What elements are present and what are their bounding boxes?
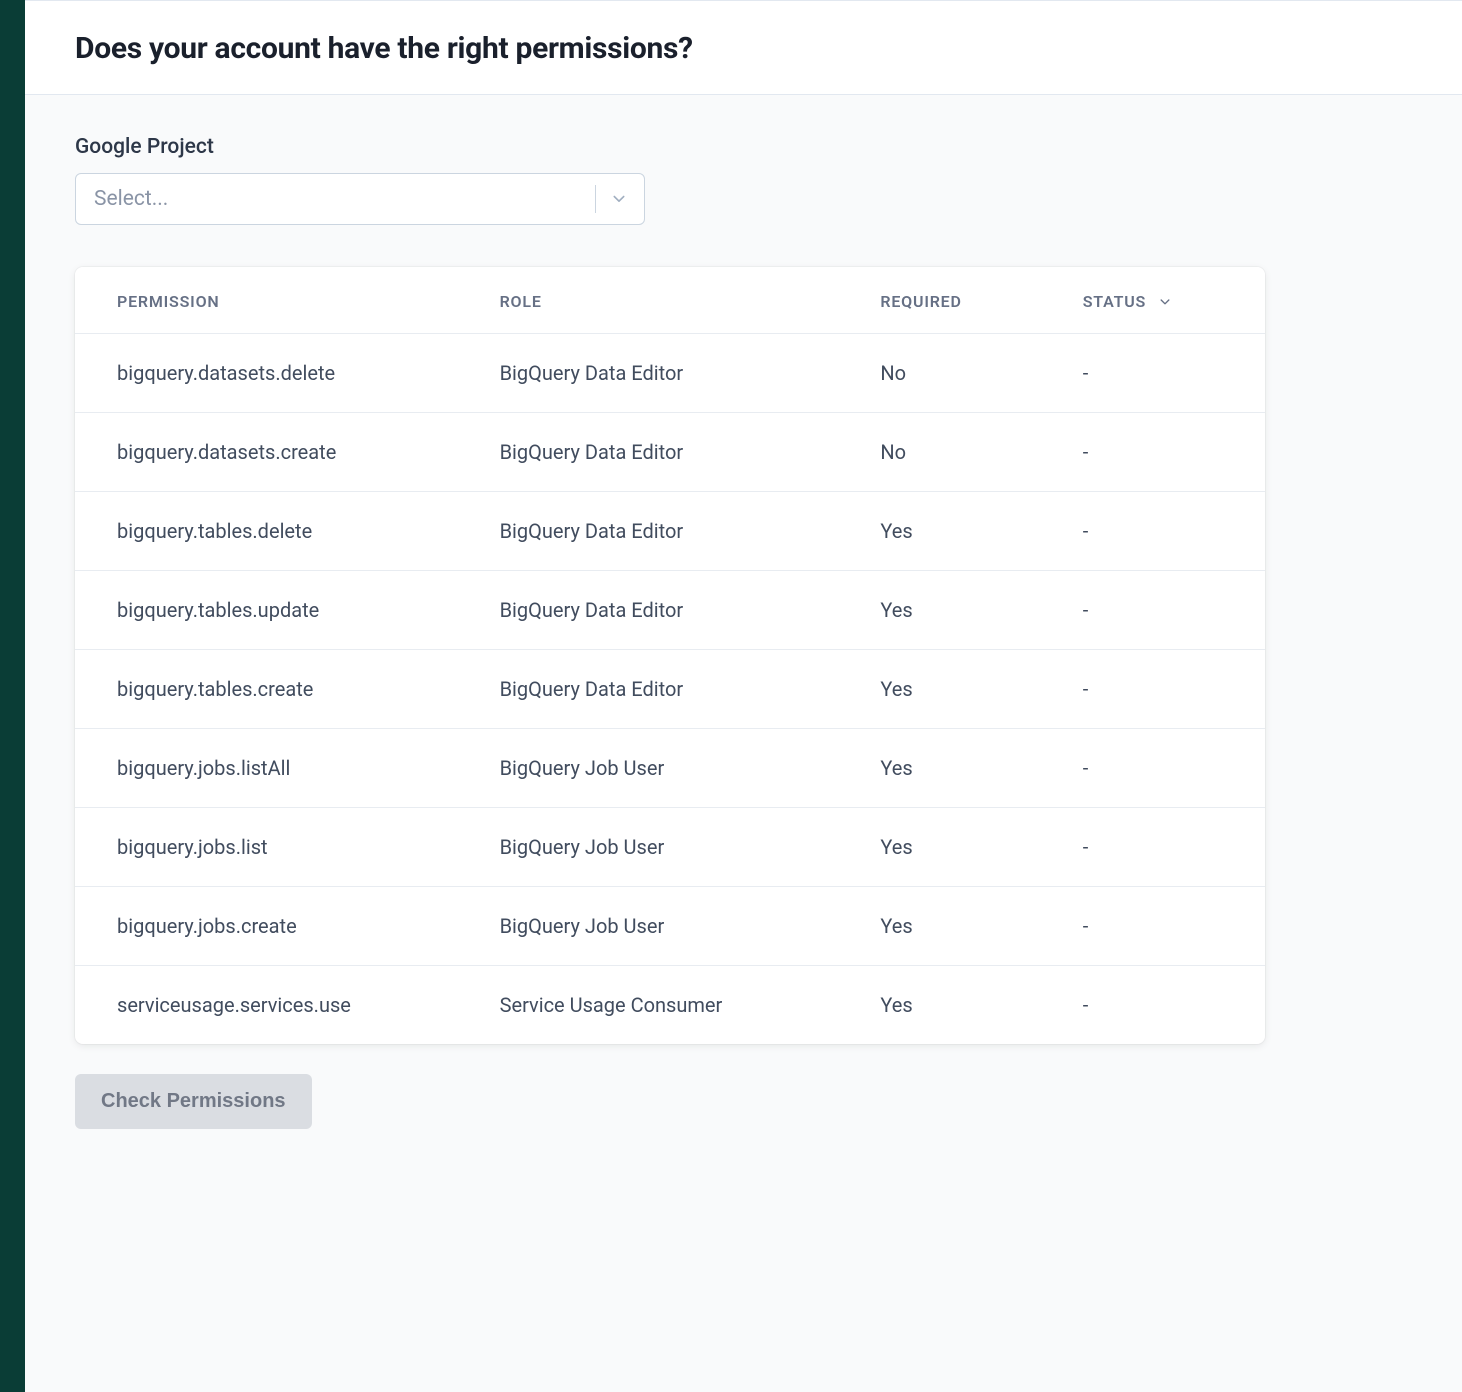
cell-required: Yes [860, 887, 1062, 966]
cell-status: - [1063, 729, 1265, 808]
cell-permission: bigquery.tables.delete [75, 492, 480, 571]
header-role: ROLE [480, 267, 861, 334]
header-required: REQUIRED [860, 267, 1062, 334]
cell-status: - [1063, 966, 1265, 1045]
cell-role: BigQuery Job User [480, 729, 861, 808]
cell-required: No [860, 413, 1062, 492]
header: Does your account have the right permiss… [25, 0, 1462, 95]
project-select-placeholder: Select... [94, 187, 168, 211]
check-permissions-button[interactable]: Check Permissions [75, 1074, 312, 1129]
cell-role: BigQuery Data Editor [480, 571, 861, 650]
cell-status: - [1063, 808, 1265, 887]
cell-permission: serviceusage.services.use [75, 966, 480, 1045]
chevron-down-icon [1156, 293, 1174, 311]
cell-required: Yes [860, 492, 1062, 571]
header-permission: PERMISSION [75, 267, 480, 334]
select-separator [595, 185, 596, 213]
cell-role: BigQuery Data Editor [480, 413, 861, 492]
content-area: Google Project Select... PERMISSION ROLE… [25, 95, 1462, 1392]
table-row: bigquery.jobs.createBigQuery Job UserYes… [75, 887, 1265, 966]
cell-permission: bigquery.jobs.create [75, 887, 480, 966]
cell-permission: bigquery.datasets.create [75, 413, 480, 492]
cell-role: Service Usage Consumer [480, 966, 861, 1045]
chevron-down-icon [608, 188, 630, 210]
project-select-wrapper: Select... [75, 173, 645, 225]
table-header-row: PERMISSION ROLE REQUIRED STATUS [75, 267, 1265, 334]
cell-role: BigQuery Data Editor [480, 650, 861, 729]
table-row: bigquery.tables.deleteBigQuery Data Edit… [75, 492, 1265, 571]
cell-required: Yes [860, 729, 1062, 808]
cell-required: Yes [860, 966, 1062, 1045]
cell-status: - [1063, 650, 1265, 729]
cell-permission: bigquery.tables.update [75, 571, 480, 650]
table-row: bigquery.tables.updateBigQuery Data Edit… [75, 571, 1265, 650]
cell-permission: bigquery.datasets.delete [75, 334, 480, 413]
cell-role: BigQuery Job User [480, 887, 861, 966]
sidebar-stripe [0, 0, 25, 1392]
cell-status: - [1063, 571, 1265, 650]
select-indicator [595, 185, 630, 213]
header-status-label: STATUS [1083, 292, 1146, 311]
table-row: serviceusage.services.useService Usage C… [75, 966, 1265, 1045]
cell-required: No [860, 334, 1062, 413]
cell-role: BigQuery Job User [480, 808, 861, 887]
cell-required: Yes [860, 808, 1062, 887]
table-row: bigquery.jobs.listBigQuery Job UserYes- [75, 808, 1265, 887]
cell-role: BigQuery Data Editor [480, 492, 861, 571]
cell-permission: bigquery.tables.create [75, 650, 480, 729]
cell-role: BigQuery Data Editor [480, 334, 861, 413]
cell-required: Yes [860, 650, 1062, 729]
table-row: bigquery.tables.createBigQuery Data Edit… [75, 650, 1265, 729]
permissions-table: PERMISSION ROLE REQUIRED STATUS bigquery… [75, 267, 1265, 1044]
table-row: bigquery.datasets.deleteBigQuery Data Ed… [75, 334, 1265, 413]
page-title: Does your account have the right permiss… [75, 31, 1412, 66]
cell-status: - [1063, 413, 1265, 492]
cell-required: Yes [860, 571, 1062, 650]
project-select-label: Google Project [75, 135, 1412, 159]
project-select[interactable]: Select... [75, 173, 645, 225]
cell-permission: bigquery.jobs.listAll [75, 729, 480, 808]
main-content: Does your account have the right permiss… [25, 0, 1462, 1392]
table-row: bigquery.jobs.listAllBigQuery Job UserYe… [75, 729, 1265, 808]
permissions-table-card: PERMISSION ROLE REQUIRED STATUS bigquery… [75, 267, 1265, 1044]
table-row: bigquery.datasets.createBigQuery Data Ed… [75, 413, 1265, 492]
cell-status: - [1063, 334, 1265, 413]
cell-status: - [1063, 887, 1265, 966]
cell-permission: bigquery.jobs.list [75, 808, 480, 887]
header-status[interactable]: STATUS [1063, 267, 1265, 334]
cell-status: - [1063, 492, 1265, 571]
